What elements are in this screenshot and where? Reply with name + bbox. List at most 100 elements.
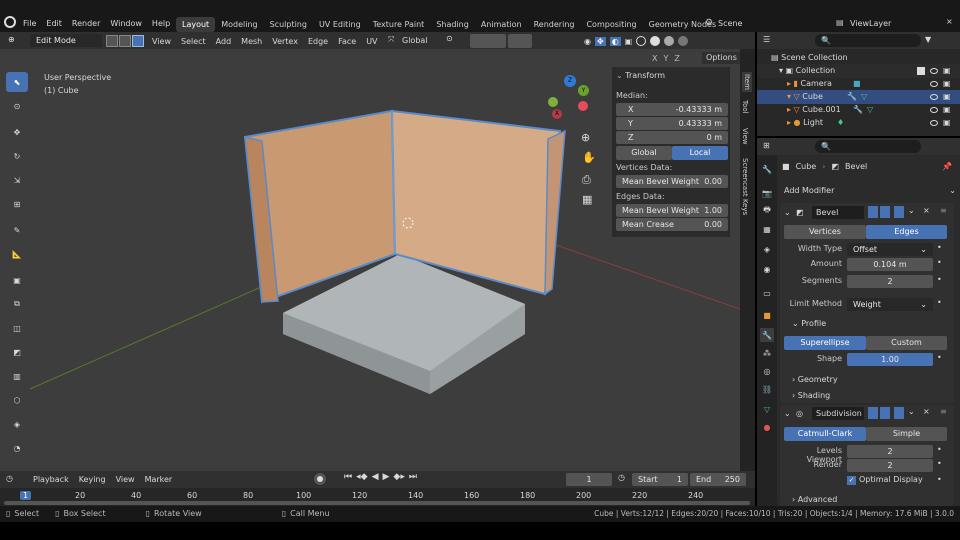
transform-tool-icon[interactable]: ⊞ xyxy=(6,194,28,214)
modifier-props-icon[interactable]: 🔧 xyxy=(760,328,774,342)
particles-props-icon[interactable]: ⁂ xyxy=(760,346,774,360)
preview-range-icon[interactable]: ◷ xyxy=(618,473,625,482)
collection-row[interactable]: ▾ ▣ Collection ▣ xyxy=(757,64,960,78)
tab-tool[interactable]: Tool xyxy=(741,100,749,114)
profile-subpanel-header[interactable]: ⌄ Profile xyxy=(792,319,826,328)
menu-uv[interactable]: UV xyxy=(361,34,382,49)
bevel-drag-handle[interactable]: ≡ xyxy=(940,206,947,215)
custom-toggle[interactable]: Custom xyxy=(866,336,947,350)
cube001-render-icon[interactable]: ▣ xyxy=(943,103,951,117)
material-props-icon[interactable]: ● xyxy=(760,420,774,434)
annotate-tool-icon[interactable]: ✎ xyxy=(6,220,28,240)
perspective-toggle-icon[interactable]: ▦ xyxy=(582,193,592,206)
local-toggle[interactable]: Local xyxy=(672,146,728,160)
edge-select-icon[interactable] xyxy=(119,35,131,47)
shading-subpanel-header[interactable]: › Shading xyxy=(792,391,830,400)
3d-viewport[interactable]: User Perspective (1) Cube XYZ Options Z … xyxy=(0,49,740,471)
menu-file[interactable]: File xyxy=(18,16,41,31)
rotate-tool-icon[interactable]: ↻ xyxy=(6,146,28,166)
gizmo-y-label-ball[interactable]: Y xyxy=(578,85,589,96)
amount-field[interactable]: 0.104 m xyxy=(847,258,933,271)
vertex-select-icon[interactable] xyxy=(106,35,118,47)
pan-hand-icon[interactable]: ✋ xyxy=(582,151,596,164)
x-field[interactable]: X -0.43333 m xyxy=(616,103,728,116)
tab-shading[interactable]: Shading xyxy=(430,17,475,32)
close-icon[interactable]: × xyxy=(946,17,953,26)
play-icon[interactable]: ▶ xyxy=(382,472,389,482)
options-button[interactable]: Options xyxy=(702,52,740,64)
face-select-icon[interactable] xyxy=(132,35,144,47)
pivot-icon[interactable]: ⊙ xyxy=(446,34,453,43)
outliner-item-cube001[interactable]: ▸ ▽ Cube.001 🔧 ▽ ▣ xyxy=(757,103,960,117)
menu-select[interactable]: Select xyxy=(176,34,211,49)
outliner-item-cube[interactable]: ▾ ▽ Cube 🔧 ▽ ▣ xyxy=(757,90,960,104)
filter-icon[interactable]: ▼ xyxy=(925,35,931,44)
proportional-edit-icon[interactable] xyxy=(508,34,532,48)
loop-cut-tool-icon[interactable]: ▥ xyxy=(6,366,28,386)
gizmo-x-axis[interactable] xyxy=(578,101,588,111)
material-shading-icon[interactable] xyxy=(664,36,675,46)
cursor-tool-icon[interactable]: ⊙ xyxy=(6,96,28,116)
rendered-shading-icon[interactable] xyxy=(678,36,689,46)
light-eye-icon[interactable] xyxy=(930,120,938,126)
menu-add[interactable]: Add xyxy=(211,34,237,49)
playhead-frame[interactable]: 1 xyxy=(20,491,32,500)
menu-vertex[interactable]: Vertex xyxy=(267,34,303,49)
jump-start-icon[interactable]: ⏮ xyxy=(344,472,352,482)
subdivision-collapse-icon[interactable]: ⌄ xyxy=(784,409,791,418)
collection-props-icon[interactable]: ▭ xyxy=(760,286,774,300)
cube-eye-icon[interactable] xyxy=(930,94,938,100)
menu-window[interactable]: Window xyxy=(105,16,147,31)
bevel-remove-icon[interactable]: × xyxy=(923,206,930,215)
simple-toggle[interactable]: Simple xyxy=(866,427,947,441)
menu-keying[interactable]: Keying xyxy=(74,472,111,487)
gizmo-x-label-ball[interactable]: X xyxy=(552,109,562,119)
tab-uv-editing[interactable]: UV Editing xyxy=(313,17,367,32)
outliner-item-camera[interactable]: ▸ ▮ Camera ■ ▣ xyxy=(757,77,960,91)
timeline-scrollbar[interactable] xyxy=(4,501,750,505)
timeline-editor-icon[interactable]: ◷ xyxy=(6,474,13,483)
y-field[interactable]: Y 0.43333 m xyxy=(616,117,728,130)
optimal-display-checkbox[interactable]: ✓ xyxy=(847,476,856,485)
render-levels-field[interactable]: 2 xyxy=(847,459,933,472)
visibility-icon[interactable]: ◉ xyxy=(584,37,591,46)
prev-key-icon[interactable]: ◂◆ xyxy=(356,472,367,482)
camera-view-icon[interactable]: ⎙ xyxy=(582,173,591,187)
subdivision-editmode-toggle[interactable] xyxy=(868,407,878,419)
output-props-icon[interactable]: 🖶 xyxy=(760,204,774,218)
render-props-icon[interactable]: 📷 xyxy=(760,186,774,200)
limit-method-dropdown[interactable]: Weight ⌄ xyxy=(847,298,933,311)
bevel-tool-icon[interactable]: ◩ xyxy=(6,342,28,362)
xray-icon[interactable]: ▣ xyxy=(625,37,633,46)
play-reverse-icon[interactable]: ◀ xyxy=(372,472,379,482)
width-type-dropdown[interactable]: Offset ⌄ xyxy=(847,243,933,256)
mirror-x-toggle[interactable]: X xyxy=(652,54,657,63)
knife-tool-icon[interactable]: ⬡ xyxy=(6,390,28,410)
camera-render-icon[interactable]: ▣ xyxy=(943,77,951,91)
blender-logo-icon[interactable] xyxy=(4,16,16,28)
bevel-editmode-toggle[interactable] xyxy=(868,206,878,218)
poly-build-tool-icon[interactable]: ◈ xyxy=(6,414,28,434)
subdivision-name-field[interactable]: Subdivision xyxy=(812,407,864,420)
extrude-tool-icon[interactable]: ⧉ xyxy=(6,294,28,314)
bevel-render-toggle[interactable] xyxy=(894,206,904,218)
shape-slider[interactable]: 1.00 xyxy=(847,353,933,366)
tab-view[interactable]: View xyxy=(741,128,749,145)
menu-mesh[interactable]: Mesh xyxy=(236,34,267,49)
outliner-item-light[interactable]: ▸ ● Light ♦ ▣ xyxy=(757,116,960,130)
edge-bevel-weight-field[interactable]: Mean Bevel Weight 1.00 xyxy=(616,204,728,217)
subdivision-menu-chevron-icon[interactable]: ⌄ xyxy=(908,407,915,416)
add-cube-tool-icon[interactable]: ▣ xyxy=(6,270,28,290)
subdivision-render-toggle[interactable] xyxy=(894,407,904,419)
mode-dropdown[interactable]: Edit Mode xyxy=(30,34,102,47)
cube001-eye-icon[interactable] xyxy=(930,107,938,113)
data-props-icon[interactable]: ▽ xyxy=(760,402,774,416)
tab-compositing[interactable]: Compositing xyxy=(580,17,642,32)
editor-type-icon[interactable]: ⊕ xyxy=(8,35,15,44)
solid-shading-icon[interactable] xyxy=(650,36,661,46)
scene-selector[interactable]: Scene xyxy=(716,17,820,31)
tab-modeling[interactable]: Modeling xyxy=(215,17,263,32)
menu-face[interactable]: Face xyxy=(333,34,361,49)
vertex-bevel-weight-field[interactable]: Mean Bevel Weight 0.00 xyxy=(616,175,728,188)
subdivision-viewport-toggle[interactable] xyxy=(880,407,890,419)
